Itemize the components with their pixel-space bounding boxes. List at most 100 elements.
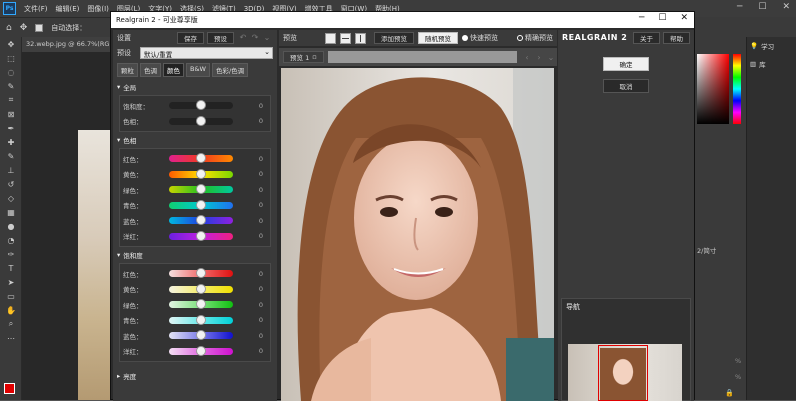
menu-file[interactable]: 文件(F) xyxy=(20,4,52,14)
slider-track[interactable] xyxy=(169,168,233,179)
hand-tool-icon[interactable]: ✋ xyxy=(0,303,22,317)
tab-color[interactable]: 颜色 xyxy=(163,63,184,77)
menu-image[interactable]: 图像(I) xyxy=(83,4,113,14)
slider-knob[interactable] xyxy=(196,153,206,164)
menu-edit[interactable]: 编辑(E) xyxy=(52,4,84,14)
shape-tool-icon[interactable]: ▭ xyxy=(0,289,22,303)
slider-track[interactable] xyxy=(169,230,233,241)
close-icon[interactable]: ✕ xyxy=(782,2,790,12)
tab-bw[interactable]: B&W xyxy=(186,63,210,77)
chevron-left-icon[interactable]: ‹ xyxy=(521,51,533,63)
precise-preview-radio[interactable]: 精确预览 xyxy=(517,33,553,43)
slider-track[interactable] xyxy=(169,283,233,294)
section-brightness-header[interactable]: ▸ 亮度 xyxy=(113,368,277,384)
save-button[interactable]: 保存 xyxy=(177,31,204,44)
move-tool-icon[interactable]: ✥ xyxy=(20,23,28,33)
slider-track[interactable] xyxy=(169,184,233,195)
auto-select-checkbox[interactable] xyxy=(35,23,44,32)
history-brush-icon[interactable]: ↺ xyxy=(0,177,22,191)
fast-preview-radio[interactable]: 快速预览 xyxy=(462,33,498,43)
slider-track[interactable] xyxy=(169,199,233,210)
pen-tool-icon[interactable]: ✑ xyxy=(0,247,22,261)
home-icon[interactable]: ⌂ xyxy=(6,23,12,33)
marquee-tool-icon[interactable]: ⬚ xyxy=(0,51,22,65)
undo-icon[interactable]: ↶ xyxy=(237,32,249,44)
preset-dropdown[interactable]: 默认/重置 ⌄ xyxy=(140,47,273,59)
foreground-color-swatch[interactable] xyxy=(4,383,15,394)
quick-select-tool-icon[interactable]: ✎ xyxy=(0,79,22,93)
tab-tone[interactable]: 色调 xyxy=(140,63,161,77)
lasso-tool-icon[interactable]: ◌ xyxy=(0,65,22,79)
split-vertical-icon[interactable] xyxy=(355,32,366,44)
slider-track[interactable] xyxy=(169,330,233,341)
slider-track[interactable] xyxy=(169,153,233,164)
slider-track[interactable] xyxy=(169,345,233,356)
path-select-tool-icon[interactable]: ➤ xyxy=(0,275,22,289)
minimize-icon[interactable]: ─ xyxy=(639,13,644,23)
side-learn[interactable]: 💡 学习 xyxy=(747,37,796,55)
crop-tool-icon[interactable]: ⌗ xyxy=(0,93,22,107)
slider-track[interactable] xyxy=(169,299,233,310)
chevron-down-icon[interactable]: ⌄ xyxy=(261,32,273,44)
slider-knob[interactable] xyxy=(196,184,206,195)
slider-track[interactable] xyxy=(169,100,233,111)
random-preview-button[interactable]: 随机预览 xyxy=(418,32,458,44)
navigator-viewport-frame[interactable] xyxy=(598,345,648,401)
tab-color-tone[interactable]: 色彩/色调 xyxy=(211,63,249,77)
minimize-icon[interactable]: ─ xyxy=(737,2,742,12)
eraser-tool-icon[interactable]: ◇ xyxy=(0,191,22,205)
add-preview-button[interactable]: 添加预览 xyxy=(374,32,414,44)
eyedropper-tool-icon[interactable]: ✒ xyxy=(0,121,22,135)
chevron-right-icon[interactable]: › xyxy=(533,51,545,63)
split-horizontal-icon[interactable] xyxy=(340,32,351,44)
slider-knob[interactable] xyxy=(196,199,206,210)
move-tool-icon[interactable]: ✥ xyxy=(0,37,22,51)
preset-button[interactable]: 预设 xyxy=(207,31,234,44)
slider-track[interactable] xyxy=(169,268,233,279)
section-saturation-header[interactable]: ▾ 饱和度 xyxy=(113,247,277,263)
slider-knob[interactable] xyxy=(196,283,206,294)
cancel-button[interactable]: 取消 xyxy=(603,79,649,93)
document-tab[interactable]: 32.webp.jpg @ 66.7%(RGB xyxy=(22,37,118,52)
gradient-tool-icon[interactable]: ▦ xyxy=(0,205,22,219)
ok-button[interactable]: 确定 xyxy=(603,57,649,71)
section-hue-header[interactable]: ▾ 色相 xyxy=(113,132,277,148)
slider-knob[interactable] xyxy=(196,330,206,341)
brush-tool-icon[interactable]: ✎ xyxy=(0,149,22,163)
frame-tool-icon[interactable]: ⊠ xyxy=(0,107,22,121)
type-tool-icon[interactable]: T xyxy=(0,261,22,275)
stamp-tool-icon[interactable]: ⊥ xyxy=(0,163,22,177)
help-button[interactable]: 帮助 xyxy=(663,31,690,44)
healing-tool-icon[interactable]: ✚ xyxy=(0,135,22,149)
preview-tab[interactable]: 预览 1 ▫ xyxy=(283,51,324,63)
about-button[interactable]: 关于 xyxy=(633,31,660,44)
preview-image[interactable] xyxy=(281,68,554,401)
hue-slider[interactable] xyxy=(733,54,741,124)
slider-knob[interactable] xyxy=(196,345,206,356)
tab-grain[interactable]: 颗粒 xyxy=(117,63,138,77)
slider-track[interactable] xyxy=(169,115,233,126)
slider-knob[interactable] xyxy=(196,168,206,179)
slider-knob[interactable] xyxy=(196,230,206,241)
chevron-down-icon[interactable]: ⌄ xyxy=(545,51,557,63)
side-library[interactable]: ▥ 库 xyxy=(747,55,796,73)
navigator-thumbnail[interactable] xyxy=(568,344,682,401)
more-tools-icon[interactable]: ⋯ xyxy=(0,331,22,345)
section-global-header[interactable]: ▾ 全局 xyxy=(113,79,277,95)
close-icon[interactable]: ✕ xyxy=(680,13,688,23)
color-picker-field[interactable] xyxy=(697,54,729,124)
close-tab-icon[interactable]: ▫ xyxy=(312,53,316,61)
zoom-tool-icon[interactable]: ⌕ xyxy=(0,317,22,331)
single-view-icon[interactable] xyxy=(325,32,336,44)
slider-knob[interactable] xyxy=(196,215,206,226)
slider-knob[interactable] xyxy=(196,314,206,325)
slider-track[interactable] xyxy=(169,314,233,325)
maximize-icon[interactable]: ☐ xyxy=(758,2,766,12)
blur-tool-icon[interactable]: ● xyxy=(0,219,22,233)
slider-knob[interactable] xyxy=(196,299,206,310)
slider-knob[interactable] xyxy=(196,268,206,279)
redo-icon[interactable]: ↷ xyxy=(249,32,261,44)
slider-knob[interactable] xyxy=(196,115,206,126)
slider-knob[interactable] xyxy=(196,100,206,111)
slider-track[interactable] xyxy=(169,215,233,226)
